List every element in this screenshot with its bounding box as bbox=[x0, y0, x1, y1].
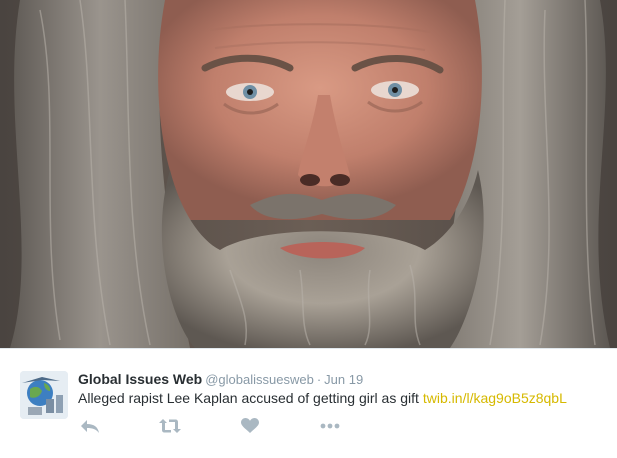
reply-button[interactable] bbox=[78, 415, 102, 437]
more-icon bbox=[320, 423, 340, 429]
tweet-timestamp[interactable]: Jun 19 bbox=[324, 372, 363, 387]
display-name[interactable]: Global Issues Web bbox=[78, 371, 202, 387]
more-button[interactable] bbox=[318, 415, 342, 437]
separator-dot: · bbox=[316, 372, 322, 387]
avatar[interactable] bbox=[20, 371, 68, 419]
tweet-actions bbox=[78, 415, 378, 437]
tweet-photo[interactable] bbox=[0, 0, 617, 348]
mugshot-image bbox=[0, 0, 617, 348]
tweet-body: Global Issues Web @globalissuesweb · Jun 19… bbox=[0, 348, 617, 458]
like-button[interactable] bbox=[238, 415, 262, 437]
retweet-button[interactable] bbox=[158, 415, 182, 437]
retweet-icon bbox=[159, 419, 181, 433]
globe-logo-icon bbox=[20, 371, 68, 419]
tweet-header: Global Issues Web @globalissuesweb · Jun 19 bbox=[78, 370, 363, 389]
tweet-link[interactable]: twib.in/l/kag9oB5z8qbL bbox=[423, 390, 567, 406]
tweet-card: Global Issues Web @globalissuesweb · Jun 19… bbox=[0, 0, 617, 458]
screen-name[interactable]: @globalissuesweb bbox=[205, 372, 314, 387]
reply-icon bbox=[81, 420, 99, 433]
like-heart-icon bbox=[241, 418, 259, 433]
tweet-text-body: Alleged rapist Lee Kaplan accused of get… bbox=[78, 390, 419, 406]
tweet-text: Alleged rapist Lee Kaplan accused of get… bbox=[78, 388, 567, 408]
